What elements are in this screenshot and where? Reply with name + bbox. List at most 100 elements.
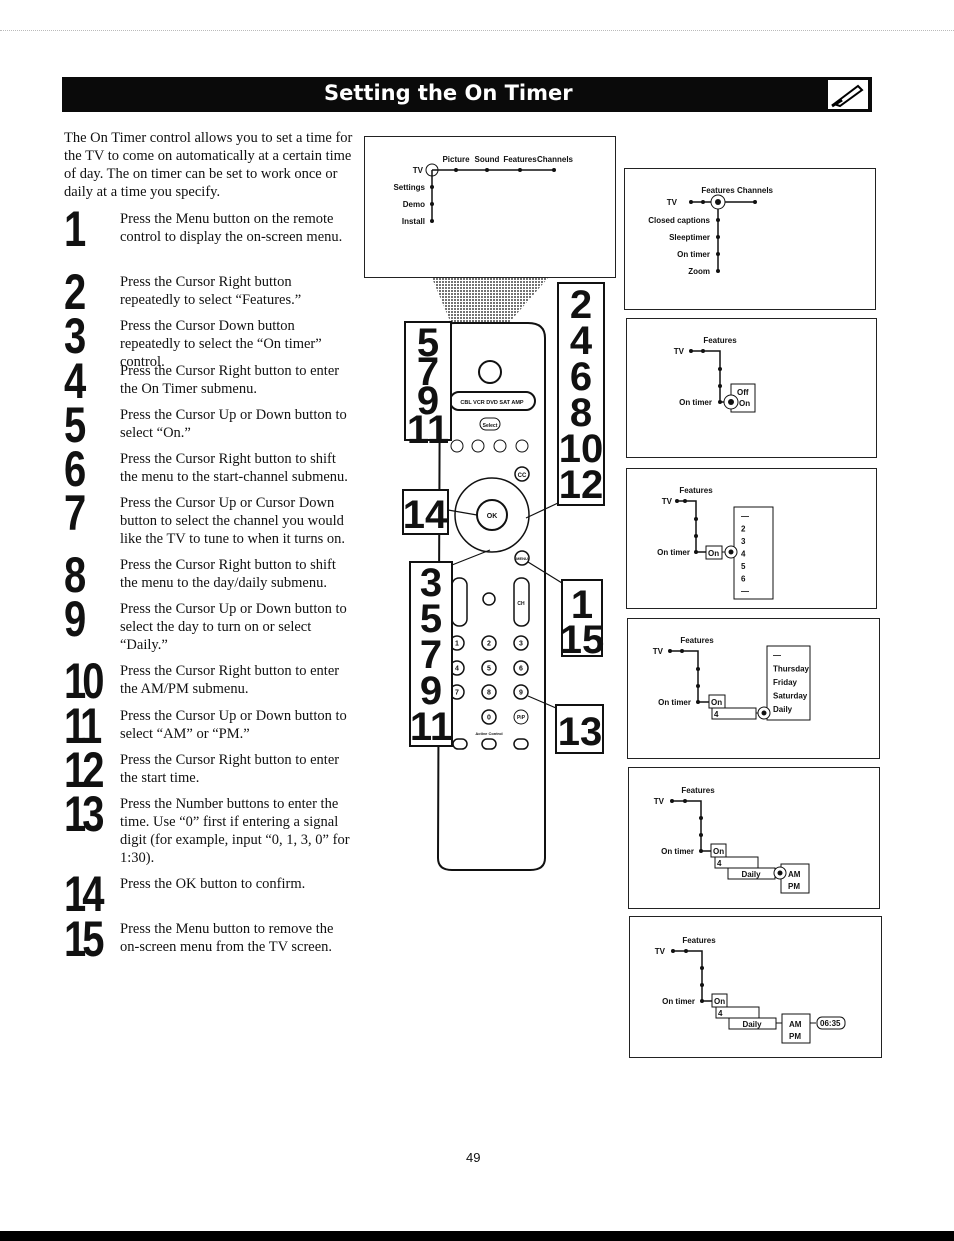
am-pm-diagram: TV Features On timer On 4 Daily AM PM xyxy=(628,767,880,909)
option-pm: PM xyxy=(788,882,800,891)
step-text: Press the Cursor Right button to shift t… xyxy=(120,557,336,591)
menu-features: Features xyxy=(701,186,735,195)
selected-channel: 4 xyxy=(718,1009,723,1018)
step-text: Press the Cursor Right button to enter t… xyxy=(120,363,340,397)
digit-label: 9 xyxy=(519,690,523,697)
step-text: Press the Cursor Up or Down button to se… xyxy=(120,601,347,653)
tv-label: TV xyxy=(654,797,665,806)
features-label: Features xyxy=(682,936,716,945)
menu-settings: Settings xyxy=(393,183,425,192)
step-text: Press the OK button to confirm. xyxy=(120,876,306,892)
callout-11: 11 xyxy=(407,408,449,452)
selected-on: On xyxy=(708,549,719,558)
page-title: Setting the On Timer xyxy=(324,81,573,105)
selected-daily: Daily xyxy=(742,1020,762,1029)
cc-label: CC xyxy=(518,473,527,479)
pip-label: PiP xyxy=(517,715,526,721)
channel-option: 2 xyxy=(741,525,746,534)
day-option: Thursday xyxy=(773,665,810,674)
menu-zoom: Zoom xyxy=(688,267,710,276)
digit-label: 1 xyxy=(455,641,459,648)
step-text: Press the Menu button to remove the on-s… xyxy=(120,921,334,955)
step-text: Press the Cursor Up or Cursor Down butto… xyxy=(120,495,345,547)
callout-11: 11 xyxy=(410,705,452,749)
step-text: Press the Menu button on the remote cont… xyxy=(120,211,343,245)
start-time-diagram: TV Features On timer On 4 Daily AM PM 06… xyxy=(629,916,882,1058)
menu-on-timer: On timer xyxy=(677,250,710,259)
digit-label: 3 xyxy=(519,641,523,648)
on-timer-label: On timer xyxy=(679,398,712,407)
channel-option: — xyxy=(741,587,749,596)
day-option: Daily xyxy=(773,705,793,714)
remote-control-illustration: CBL VCR DVD SAT AMP Select CC OK MENU CH… xyxy=(402,278,605,871)
ok-label: OK xyxy=(487,513,498,520)
channel-option: 4 xyxy=(741,550,746,559)
tv-label: TV xyxy=(674,347,685,356)
menu-sleeptimer: Sleeptimer xyxy=(669,233,710,242)
option-on: On xyxy=(739,399,750,408)
on-off-diagram: TV Features On timer Off On xyxy=(626,318,877,458)
active-control-label: Active Control xyxy=(475,731,502,736)
features-menu-diagram: TV Features Channels Closed captions Sle… xyxy=(624,168,876,310)
menu-channels: Channels xyxy=(737,186,774,195)
option-am: AM xyxy=(788,870,801,879)
selected-am: AM xyxy=(789,1020,802,1029)
on-timer-label: On timer xyxy=(661,847,694,856)
tv-label: TV xyxy=(653,647,664,656)
channel-option: — xyxy=(741,512,749,521)
tv-label: TV xyxy=(667,198,678,207)
menu-sound: Sound xyxy=(475,155,500,164)
channel-option: 3 xyxy=(741,537,746,546)
manual-page: Setting the On Timer The On Timer contro… xyxy=(0,0,954,1241)
digit-label: 2 xyxy=(487,641,491,648)
source-labels: CBL VCR DVD SAT AMP xyxy=(460,400,523,406)
selected-on: On xyxy=(711,698,722,707)
tv-label: TV xyxy=(662,497,673,506)
selected-on: On xyxy=(713,847,724,856)
features-label: Features xyxy=(680,636,714,645)
digit-label: 8 xyxy=(487,690,491,697)
main-menu-diagram: TV Picture Sound Features Channels Setti… xyxy=(364,136,616,278)
ch-label: CH xyxy=(517,601,525,607)
menu-demo: Demo xyxy=(403,200,425,209)
step-text: Press the Cursor Right button to enter t… xyxy=(120,663,340,697)
selected-channel: 4 xyxy=(717,859,722,868)
menu-picture: Picture xyxy=(442,155,470,164)
step-number: 7 xyxy=(64,485,86,541)
features-label: Features xyxy=(703,336,737,345)
callout-14: 14 xyxy=(403,493,448,537)
section-header: Setting the On Timer xyxy=(62,77,872,112)
step-text: Press the Number buttons to enter the ti… xyxy=(120,796,350,866)
step-text: Press the Cursor Right button repeatedly… xyxy=(120,274,302,308)
intro-text: The On Timer control allows you to set a… xyxy=(64,130,353,200)
step-text: Press the Cursor Right button to enter t… xyxy=(120,752,340,786)
selected-channel: 4 xyxy=(714,710,719,719)
tv-label: TV xyxy=(413,166,424,175)
features-label: Features xyxy=(681,786,715,795)
option-pm: PM xyxy=(789,1032,801,1041)
step-number: 15 xyxy=(64,911,105,967)
menu-channels: Channels xyxy=(537,155,574,164)
bottom-rule xyxy=(0,1231,954,1241)
digit-label: 0 xyxy=(487,715,491,722)
on-timer-label: On timer xyxy=(662,997,695,1006)
menu-label: MENU xyxy=(516,556,528,561)
step-number: 13 xyxy=(64,786,105,842)
option-off: Off xyxy=(737,388,749,397)
callout-13: 13 xyxy=(558,710,603,754)
step-number: 1 xyxy=(64,201,86,257)
tv-label: TV xyxy=(655,947,666,956)
menu-closed-captions: Closed captions xyxy=(648,216,710,225)
digit-label: 7 xyxy=(455,690,459,697)
scan-noise xyxy=(0,30,954,31)
digit-label: 6 xyxy=(519,666,523,673)
select-label: Select xyxy=(483,423,498,429)
step-number: 9 xyxy=(64,591,86,647)
step-text: Press the Cursor Right button to shift t… xyxy=(120,451,348,485)
callout-12: 12 xyxy=(559,463,604,507)
channel-diagram: TV Features On timer On — 2 3 4 5 6 — xyxy=(626,468,877,609)
selected-on: On xyxy=(714,997,725,1006)
channel-option: 5 xyxy=(741,562,746,571)
on-timer-label: On timer xyxy=(658,698,691,707)
day-option: Friday xyxy=(773,678,798,687)
